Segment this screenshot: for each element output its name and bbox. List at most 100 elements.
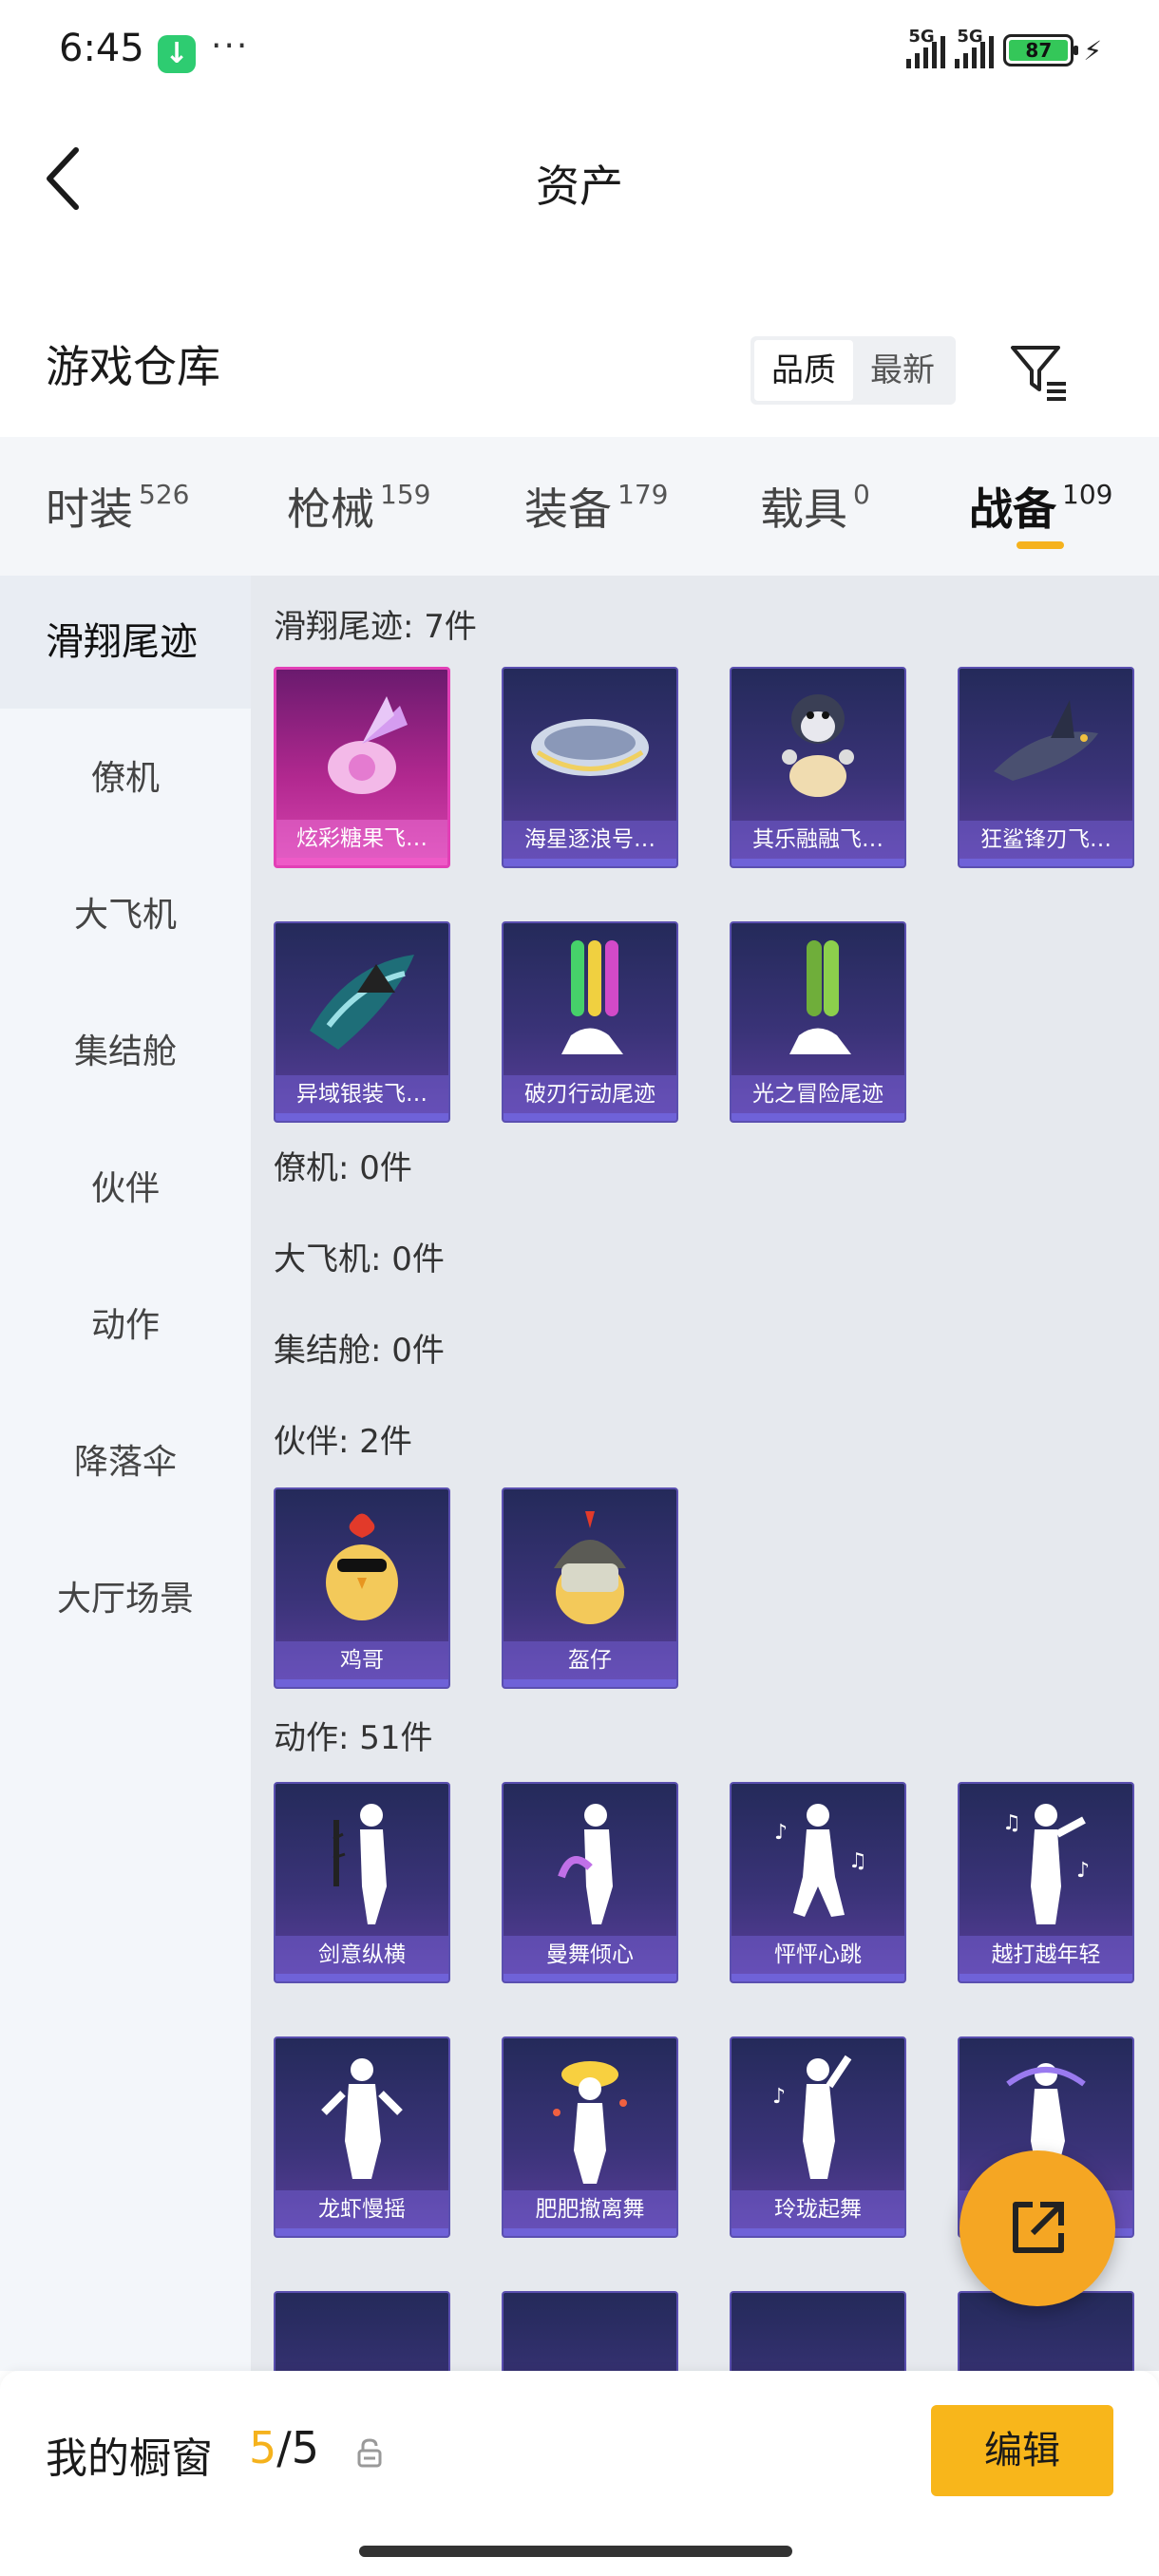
tab-count: 0 (853, 479, 870, 510)
sidebar-item-glide-trail[interactable]: 滑翔尾迹 (0, 576, 251, 709)
item-name: 狂鲨锋刃飞… (960, 821, 1132, 859)
section-label-plane: 大飞机: 0件 (274, 1241, 445, 1279)
showcase-current: 5 (249, 2422, 277, 2473)
svg-text:♪: ♪ (1076, 1859, 1090, 1883)
item-card[interactable]: ♪ ♫ 怦怦心跳 (730, 1782, 906, 1983)
active-tab-indicator (1016, 541, 1064, 549)
item-card[interactable]: ♫ ♪ 越打越年轻 (958, 1782, 1134, 1983)
item-card[interactable]: 异域银装飞… (274, 921, 450, 1123)
charging-icon: ⚡ (1083, 34, 1102, 66)
tab-combat-prep[interactable]: 战备 109 (969, 475, 1112, 538)
sidebar-item-parachute[interactable]: 降落伞 (0, 1396, 251, 1529)
quality-bar (732, 859, 904, 866)
tab-gear[interactable]: 装备 179 (524, 475, 668, 538)
showcase-separator: / (276, 2422, 292, 2473)
download-icon: ↓ (158, 35, 196, 73)
item-name: 盔仔 (504, 1641, 676, 1679)
quality-bar (276, 858, 447, 865)
tab-vehicles[interactable]: 载具 0 (760, 475, 870, 538)
signal-icon: 5G (906, 27, 946, 68)
item-card[interactable]: 龙虾慢摇 (274, 2036, 450, 2238)
item-name: 肥肥撤离舞 (504, 2190, 676, 2228)
section-label-wingman: 僚机: 0件 (274, 1149, 412, 1187)
item-image (276, 1784, 448, 1941)
item-card[interactable] (730, 2291, 906, 2371)
tab-fashion[interactable]: 时装 526 (46, 475, 189, 538)
sidebar-item-companion[interactable]: 伙伴 (0, 1123, 251, 1256)
quality-bar (960, 1974, 1132, 1981)
tab-label: 时装 (46, 483, 133, 535)
quality-bar (504, 2228, 676, 2236)
item-image (276, 923, 448, 1080)
item-card[interactable]: 光之冒险尾迹 (730, 921, 906, 1123)
item-name: 越打越年轻 (960, 1936, 1132, 1974)
item-name: 剑意纵横 (276, 1936, 448, 1974)
page-header: 资产 (0, 104, 1159, 247)
tab-label: 枪械 (287, 483, 374, 535)
item-card[interactable] (502, 2291, 678, 2371)
item-name: 海星逐浪号… (504, 821, 676, 859)
item-name: 其乐融融飞… (732, 821, 904, 859)
showcase-count: 5/5 (249, 2422, 319, 2473)
item-card[interactable]: 肥肥撤离舞 (502, 2036, 678, 2238)
tab-guns[interactable]: 枪械 159 (287, 475, 430, 538)
section-label-emote: 动作: 51件 (274, 1719, 433, 1757)
quality-bar (732, 1974, 904, 1981)
item-name: 炫彩糖果飞… (276, 820, 447, 858)
svg-text:♪: ♪ (772, 2085, 786, 2109)
edit-button[interactable]: 编辑 (931, 2405, 1113, 2496)
item-card[interactable]: 剑意纵横 (274, 1782, 450, 1983)
sidebar-item-pod[interactable]: 集结舱 (0, 986, 251, 1119)
item-card[interactable]: 狂鲨锋刃飞… (958, 667, 1134, 868)
sidebar-item-emote[interactable]: 动作 (0, 1260, 251, 1392)
tab-count: 526 (139, 479, 190, 510)
item-card[interactable]: 海星逐浪号… (502, 667, 678, 868)
sidebar-item-lobby-scene[interactable]: 大厅场景 (0, 1533, 251, 1666)
sort-toggle: 品质 最新 (750, 336, 956, 405)
item-card[interactable]: 炫彩糖果飞… (274, 667, 450, 868)
item-image (276, 2293, 448, 2371)
item-name: 龙虾慢摇 (276, 2190, 448, 2228)
tab-label: 装备 (524, 483, 612, 535)
quality-bar (732, 2228, 904, 2236)
sidebar-item-big-plane[interactable]: 大飞机 (0, 849, 251, 982)
quality-bar (960, 859, 1132, 866)
item-image (276, 1489, 448, 1646)
item-name: 破刃行动尾迹 (504, 1075, 676, 1113)
item-image (732, 923, 904, 1080)
quality-bar (504, 1679, 676, 1687)
item-image (276, 2038, 448, 2195)
item-card[interactable] (274, 2291, 450, 2371)
page-title: 资产 (536, 161, 623, 212)
item-image (504, 923, 676, 1080)
item-card[interactable]: 盔仔 (502, 1487, 678, 1689)
item-name: 怦怦心跳 (732, 1936, 904, 1974)
item-card[interactable]: 其乐融融飞… (730, 667, 906, 868)
sidebar: 滑翔尾迹 僚机 大飞机 集结舱 伙伴 动作 降落伞 大厅场景 (0, 576, 251, 2371)
item-card[interactable]: 鸡哥 (274, 1487, 450, 1689)
home-indicator[interactable] (359, 2546, 792, 2557)
filter-icon[interactable] (1007, 340, 1070, 403)
showcase-label: 我的橱窗 (46, 2434, 213, 2483)
item-card[interactable]: 曼舞倾心 (502, 1782, 678, 1983)
lock-icon (355, 2437, 384, 2468)
sidebar-item-wingman[interactable]: 僚机 (0, 712, 251, 845)
share-icon (1013, 2202, 1064, 2253)
item-name: 鸡哥 (276, 1641, 448, 1679)
section-label-pod: 集结舱: 0件 (274, 1332, 445, 1370)
tab-count: 159 (380, 479, 431, 510)
battery-icon: 87 (1003, 34, 1079, 66)
item-card[interactable]: 破刃行动尾迹 (502, 921, 678, 1123)
sort-newest-button[interactable]: 最新 (853, 340, 952, 401)
sort-quality-button[interactable]: 品质 (754, 340, 853, 401)
item-image: ♪ ♫ (732, 1784, 904, 1941)
quality-bar (504, 859, 676, 866)
item-list: 滑翔尾迹: 7件 炫彩糖果飞… 海星逐浪号… 其乐融融飞… 狂鲨锋刃飞… 异域银… (251, 576, 1159, 2371)
signal-icon: 5G (955, 27, 995, 68)
item-image (504, 2038, 676, 2195)
svg-text:♪: ♪ (774, 1821, 788, 1845)
item-image (504, 669, 676, 825)
warehouse-title: 游戏仓库 (46, 341, 220, 392)
item-card[interactable]: ♪ 玲珑起舞 (730, 2036, 906, 2238)
share-button[interactable] (960, 2150, 1115, 2306)
